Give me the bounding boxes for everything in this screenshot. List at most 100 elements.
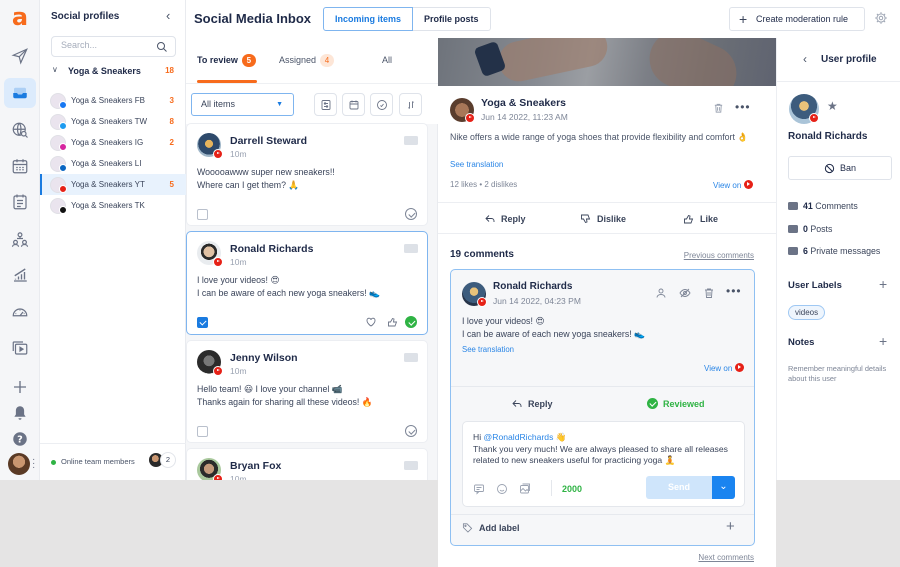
see-translation-link[interactable]: See translation (450, 160, 503, 169)
tab-profile-posts[interactable]: Profile posts (413, 7, 491, 31)
review-card[interactable]: Bryan Fox 10m (186, 448, 428, 480)
app-logo[interactable]: a (10, 5, 30, 29)
send-options-button[interactable]: ⌄ (712, 476, 735, 499)
nav-calendar[interactable] (4, 151, 36, 181)
comments-count: 19 comments (450, 249, 514, 260)
select-checkbox[interactable] (197, 426, 208, 437)
gear-icon[interactable] (874, 11, 888, 25)
gauge-icon (12, 308, 28, 317)
team-icon (11, 232, 29, 247)
item-time: 10m (230, 474, 247, 480)
review-status-filter-button[interactable] (370, 93, 393, 116)
view-on-youtube-link[interactable]: View on (704, 363, 745, 373)
thumbs-up-icon[interactable] (387, 316, 399, 328)
add-user-label-button[interactable]: + (879, 276, 887, 292)
add-note-button[interactable]: + (879, 333, 887, 349)
profile-item[interactable]: Yoga & Sneakers IG 2 (40, 132, 186, 153)
nav-performance[interactable] (4, 297, 36, 327)
view-on-youtube-link[interactable]: View on (713, 180, 754, 190)
assign-user-icon[interactable] (655, 287, 667, 299)
emoji-icon[interactable] (496, 483, 508, 495)
tab-label: Assigned (279, 55, 317, 65)
profile-item[interactable]: Yoga & Sneakers YT 5 (40, 174, 186, 195)
more-options-icon[interactable]: ••• (735, 100, 751, 114)
post-dislike-button[interactable]: Dislike (580, 213, 626, 225)
profile-item[interactable]: Yoga & Sneakers TK (40, 195, 186, 216)
stat-label: Posts (810, 224, 833, 234)
see-translation-link[interactable]: See translation (462, 345, 514, 354)
stat-label: Comments (815, 201, 858, 211)
create-moderation-rule-button[interactable]: + Create moderation rule (729, 7, 865, 31)
review-card[interactable]: Ronald Richards 10m I love your videos! 😍 … (186, 231, 428, 335)
image-upload-icon[interactable] (519, 483, 531, 495)
trash-icon[interactable] (703, 287, 715, 299)
user-menu-icon[interactable]: · · · (32, 455, 35, 473)
check-circle-icon (376, 99, 387, 110)
select-checkbox[interactable] (197, 209, 208, 220)
author-name: Darrell Steward (230, 135, 308, 147)
tab-assigned[interactable]: Assigned 4 (279, 54, 335, 67)
next-comments-link[interactable]: Next comments (698, 553, 754, 562)
post-reply-button[interactable]: Reply (484, 213, 526, 225)
heart-icon[interactable] (365, 316, 377, 328)
reply-message-input[interactable]: Hi @RonaldRichards 👋 Thank you very much… (473, 432, 738, 467)
nav-team[interactable] (4, 225, 36, 255)
profile-item[interactable]: Yoga & Sneakers TW 8 (40, 111, 186, 132)
nav-inbox[interactable] (4, 78, 36, 108)
profile-item[interactable]: Yoga & Sneakers FB 3 (40, 90, 186, 111)
user-label-chip[interactable]: videos (788, 305, 826, 320)
mark-reviewed-icon[interactable] (405, 208, 417, 220)
more-options-icon[interactable]: ••• (726, 284, 742, 298)
nav-help[interactable]: ? (4, 424, 36, 454)
previous-comments-link[interactable]: Previous comments (684, 251, 754, 260)
hide-icon[interactable] (679, 287, 691, 299)
profile-group[interactable]: ∨ Yoga & Sneakers 18 (40, 62, 186, 80)
mark-reviewed-icon[interactable] (405, 316, 417, 328)
user-stat-posts: 0 Posts (788, 224, 832, 234)
comment-reply-button[interactable]: Reply (511, 398, 553, 410)
online-team-members[interactable]: Online team members 2 (40, 443, 186, 480)
add-label-button[interactable]: Add label (462, 522, 520, 533)
user-labels-title: User Labels (788, 280, 842, 291)
divider (551, 480, 552, 496)
tab-all[interactable]: All (382, 55, 392, 65)
ban-button[interactable]: Ban (788, 156, 892, 180)
nav-tasks[interactable] (4, 187, 36, 217)
star-icon[interactable]: ★ (827, 99, 838, 113)
item-time: 10m (230, 149, 247, 159)
items-filter-select[interactable]: All items ▼ (191, 93, 294, 116)
current-user-avatar[interactable] (8, 453, 30, 475)
nav-media[interactable] (4, 333, 36, 363)
nav-publish[interactable] (4, 41, 36, 71)
review-card[interactable]: Jenny Wilson 10m Hello team! 😃 I love your… (186, 340, 428, 443)
mark-reviewed-icon[interactable] (405, 425, 417, 437)
reviewed-toggle[interactable]: Reviewed (647, 398, 705, 409)
filter-settings-button[interactable] (314, 93, 337, 116)
reply-composer[interactable]: Hi @RonaldRichards 👋 Thank you very much… (462, 421, 745, 507)
date-filter-button[interactable] (342, 93, 365, 116)
trash-icon[interactable] (713, 102, 724, 114)
profiles-search-input[interactable] (61, 40, 151, 50)
select-checkbox[interactable] (197, 317, 208, 328)
sort-button[interactable] (399, 93, 422, 116)
tab-badge: 4 (320, 54, 335, 67)
tab-to-review[interactable]: To review 5 (197, 54, 256, 67)
nav-listening[interactable] (4, 115, 36, 145)
collapse-panel-icon[interactable]: ‹ (166, 8, 178, 23)
nav-analytics[interactable] (4, 260, 36, 290)
profile-item[interactable]: Yoga & Sneakers LI (40, 153, 186, 174)
user-profile-panel: ‹ User profile ★ Ronald Richards Ban 41 … (776, 38, 900, 480)
thumbs-up-icon (684, 214, 694, 224)
tab-incoming-items[interactable]: Incoming items (323, 7, 414, 31)
search-icon[interactable] (156, 41, 168, 53)
review-card[interactable]: Darrell Steward 10m Wooooawww super new sn… (186, 123, 428, 226)
youtube-icon (59, 185, 67, 193)
post-image[interactable] (438, 38, 776, 86)
add-label-plus-icon[interactable]: + (726, 518, 735, 535)
send-button[interactable]: Send (646, 476, 712, 499)
author-name: Jenny Wilson (230, 352, 298, 364)
back-icon[interactable]: ‹ (803, 52, 807, 66)
saved-replies-icon[interactable] (473, 483, 485, 495)
check-circle-icon (647, 398, 658, 409)
post-like-button[interactable]: Like (683, 213, 718, 225)
